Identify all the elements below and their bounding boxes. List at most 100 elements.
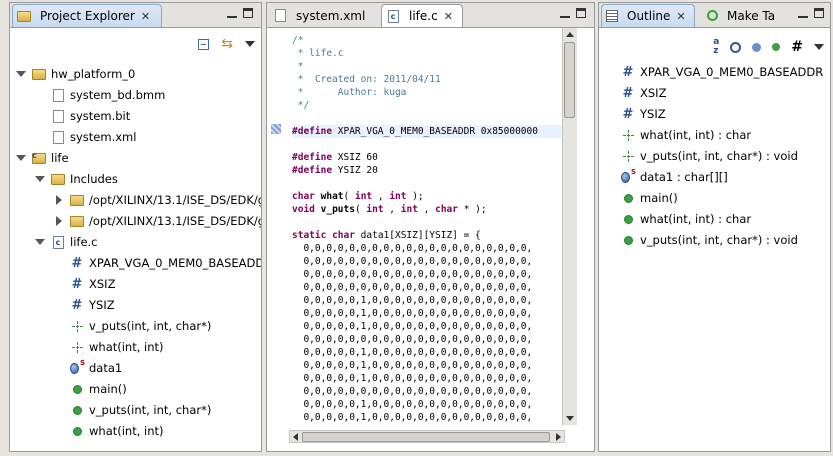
minimize-icon[interactable] <box>798 10 808 18</box>
collapsed-arrow-icon[interactable] <box>54 195 64 205</box>
scroll-left-arrow-icon[interactable] <box>293 433 298 441</box>
maximize-icon[interactable] <box>243 8 253 18</box>
code-line: #define XPAR_VGA_0_MEM0_BASEADDR 0x85000… <box>292 125 562 138</box>
outline-item[interactable]: # XSIZ <box>621 83 667 103</box>
outline-icon <box>606 10 618 22</box>
tree-item[interactable]: # XPAR_VGA_0_MEM0_BASEADDR <box>54 253 261 273</box>
outline-item[interactable]: what(int, int) : char <box>621 125 751 145</box>
tree-item[interactable]: what(int, int) <box>54 337 164 357</box>
project-explorer-icon <box>17 9 31 23</box>
tree-item[interactable]: c life.c <box>35 232 98 252</box>
tab-life-c[interactable]: c life.c ✕ <box>381 4 463 27</box>
editor-tabbar: system.xml c life.c ✕ <box>267 3 594 28</box>
tree-item[interactable]: Sdata1 <box>54 358 122 378</box>
code-line: 0,0,0,0,0,1,0,0,0,0,0,0,0,0,0,0,0,0,0,0, <box>292 360 533 371</box>
tree-item[interactable]: v_puts(int, int, char*) <box>54 400 211 420</box>
tree-item[interactable]: # XSIZ <box>54 274 116 294</box>
expanded-arrow-icon[interactable] <box>16 69 26 79</box>
file-icon <box>51 109 65 123</box>
editor-vertical-scrollbar[interactable] <box>562 28 577 425</box>
expanded-arrow-icon[interactable] <box>35 174 45 184</box>
hide-non-public-members-icon[interactable] <box>772 43 781 51</box>
expanded-arrow-icon[interactable] <box>16 153 26 163</box>
tree-item[interactable]: main() <box>54 379 127 399</box>
tab-project-explorer[interactable]: Project Explorer ✕ <box>12 4 162 27</box>
tree-item[interactable]: # YSIZ <box>54 295 115 315</box>
code-line: 0,0,0,0,0,0,0,0,0,0,0,0,0,0,0,0,0,0,0,0, <box>292 269 533 280</box>
hide-static-members-icon[interactable] <box>752 42 762 52</box>
code-line: 0,0,0,0,0,0,0,0,0,0,0,0,0,0,0,0,0,0,0,0, <box>292 386 533 397</box>
code-line: */ <box>292 100 310 111</box>
tree-item[interactable]: system_bd.bmm <box>35 85 165 105</box>
outline-item-label: what(int, int) : char <box>640 212 752 226</box>
macro-icon: # <box>622 85 634 101</box>
tree-item[interactable]: v_puts(int, int, char*) <box>54 316 211 336</box>
outline-item[interactable]: # XPAR_VGA_0_MEM0_BASEADDR <box>621 62 824 82</box>
hide-fields-icon[interactable] <box>730 41 742 53</box>
outline-item[interactable]: main() <box>621 188 678 208</box>
code-editor[interactable]: /* * life.c * * Created on: 2011/04/11 *… <box>268 28 564 425</box>
close-icon[interactable]: ✕ <box>141 10 150 23</box>
code-line: * life.c <box>292 48 344 59</box>
horizontal-scroll-thumb[interactable] <box>302 432 550 442</box>
collapsed-arrow-icon[interactable] <box>54 216 64 226</box>
maximize-icon[interactable] <box>814 8 824 18</box>
close-icon[interactable]: ✕ <box>444 10 453 23</box>
group-includes-icon[interactable]: # <box>791 39 803 55</box>
code-line: 0,0,0,0,0,0,0,0,0,0,0,0,0,0,0,0,0,0,0,0, <box>292 282 533 293</box>
static-variable-icon: S <box>70 359 85 375</box>
tree-item[interactable]: /opt/XILINX/13.1/ISE_DS/EDK/gn <box>54 190 261 210</box>
function-declaration-icon <box>621 149 635 163</box>
tree-item[interactable]: /opt/XILINX/13.1/ISE_DS/EDK/gn <box>54 211 261 231</box>
code-line: 0,0,0,0,0,1,0,0,0,0,0,0,0,0,0,0,0,0,0,0, <box>292 321 533 332</box>
view-menu-icon[interactable] <box>245 41 255 47</box>
include-path-icon <box>70 193 84 207</box>
link-with-editor-icon[interactable]: ⇆ <box>221 36 233 52</box>
tree-item[interactable]: hw_platform_0 <box>16 64 135 84</box>
code-line: #define YSIZ 20 <box>292 165 378 176</box>
tab-outline[interactable]: Outline ✕ <box>601 4 695 27</box>
include-path-icon <box>70 214 84 228</box>
tree-item-label: system.xml <box>70 130 137 144</box>
static-variable-icon: S <box>621 168 636 184</box>
close-icon[interactable]: ✕ <box>676 10 685 23</box>
tree-item[interactable]: Includes <box>35 169 118 189</box>
vertical-scroll-thumb[interactable] <box>564 42 575 118</box>
outline-item[interactable]: what(int, int) : char <box>621 209 751 229</box>
tree-item[interactable]: what(int, int) <box>54 421 164 441</box>
sort-icon[interactable]: az <box>713 38 719 56</box>
tab-make-targets[interactable]: Make Ta <box>703 4 783 27</box>
tree-item[interactable]: system.xml <box>35 127 136 147</box>
maximize-icon[interactable] <box>576 8 586 18</box>
editor-horizontal-scrollbar[interactable] <box>289 430 565 443</box>
tab-system-xml[interactable]: system.xml <box>269 4 379 27</box>
outline-item[interactable]: v_puts(int, int, char*) : void <box>621 230 798 250</box>
tree-item[interactable]: c life <box>16 148 69 168</box>
code-line: 0,0,0,0,0,1,0,0,0,0,0,0,0,0,0,0,0,0,0,0, <box>292 295 533 306</box>
function-declaration-icon <box>70 319 84 333</box>
outline-item[interactable]: v_puts(int, int, char*) : void <box>621 146 798 166</box>
outline-item-label: XPAR_VGA_0_MEM0_BASEADDR <box>640 65 824 79</box>
project-explorer-tabbar: Project Explorer ✕ <box>10 3 261 28</box>
c-file-icon: c <box>386 9 400 23</box>
outline-item[interactable]: Sdata1 : char[][] <box>621 167 728 187</box>
minimize-icon[interactable] <box>560 10 570 18</box>
collapse-all-icon[interactable] <box>198 38 210 50</box>
scroll-right-arrow-icon[interactable] <box>556 433 561 441</box>
c-file-icon: c <box>51 235 65 249</box>
scroll-up-arrow-icon[interactable] <box>566 32 574 37</box>
scroll-down-arrow-icon[interactable] <box>566 416 574 421</box>
outline-tabbar: Outline ✕ Make Ta <box>599 3 830 28</box>
minimize-icon[interactable] <box>227 10 237 18</box>
project-folder-icon <box>32 67 46 81</box>
tree-item[interactable]: system.bit <box>35 106 130 126</box>
view-menu-icon[interactable] <box>814 44 824 50</box>
outline-item[interactable]: # YSIZ <box>621 104 666 124</box>
tree-item-label: life <box>51 151 69 165</box>
expanded-arrow-icon[interactable] <box>35 237 45 247</box>
